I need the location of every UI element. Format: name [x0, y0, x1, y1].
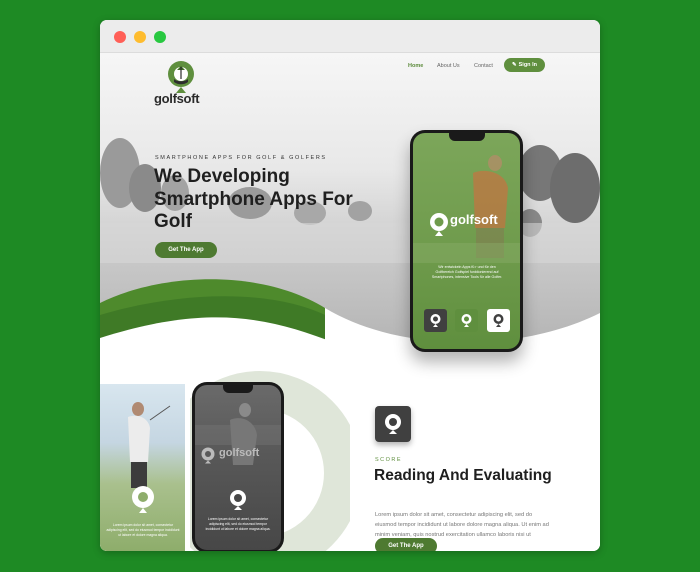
golfer-photo-panel: Lorem ipsum dolor sit amet, consectetur …: [100, 384, 185, 551]
brand-name: golfsoft: [154, 91, 200, 106]
app-tile-white[interactable]: [487, 309, 510, 332]
browser-window: Home About Us Contact ✎ Sign In golfsoft…: [100, 20, 600, 551]
title-bar: [100, 20, 600, 53]
nav-contact-link[interactable]: Contact: [474, 63, 493, 69]
phone-notch: [223, 385, 253, 393]
app-pin-icon: [461, 314, 472, 327]
feature-title: Reading And Evaluating: [374, 467, 552, 484]
hero-phone-text: Wir entwickeln Apps fü r und für den Gol…: [431, 265, 503, 279]
hero-phone-mockup: golfsoft Wir entwickeln Apps fü r und fü…: [410, 130, 523, 352]
hero-get-app-button[interactable]: Get The App: [155, 242, 217, 258]
hero-headline: We Developing Smartphone Apps For Golf: [154, 166, 353, 232]
phone-brand-name: golfsoft: [450, 212, 498, 227]
sign-in-label: Sign In: [518, 62, 537, 68]
hero-eyebrow: SMARTPHONE APPS FOR GOLF & GOLFERS: [155, 155, 327, 161]
app-pin-icon: [430, 314, 441, 327]
app-pin-icon: [493, 314, 504, 327]
hero-phone-screen: golfsoft Wir entwickeln Apps fü r und fü…: [413, 133, 520, 349]
feature-phone-text: Lorem ipsum dolor sit amet, consectetur …: [205, 517, 271, 531]
app-pin-icon: [230, 490, 246, 510]
feature-get-app-label: Get The App: [388, 543, 424, 549]
photo-caption-text: Lorem ipsum dolor sit amet, consectetur …: [106, 523, 180, 537]
sign-in-button[interactable]: ✎ Sign In: [504, 58, 545, 72]
hero-get-app-label: Get The App: [168, 247, 204, 253]
feature-label: SCORE: [375, 457, 403, 463]
score-feature-icon: [375, 406, 411, 442]
golf-pin-icon: [385, 414, 401, 434]
app-tile-green[interactable]: [455, 309, 478, 332]
close-window-button[interactable]: [114, 31, 126, 43]
feature-phone-screen: golfsoft Lorem ipsum dolor sit amet, con…: [195, 385, 281, 550]
minimize-window-button[interactable]: [134, 31, 146, 43]
phone-logo-icon: [201, 447, 215, 464]
feature-phone-brand: golfsoft: [219, 447, 260, 459]
pencil-icon: ✎: [512, 62, 517, 68]
zoom-window-button[interactable]: [154, 31, 166, 43]
app-tile-dark[interactable]: [424, 309, 447, 332]
nav-home-link[interactable]: Home: [408, 63, 423, 69]
nav-about-link[interactable]: About Us: [437, 63, 460, 69]
phone-logo-icon: [430, 213, 448, 236]
feature-get-app-button[interactable]: Get The App: [375, 538, 437, 551]
feature-phone-mockup: golfsoft Lorem ipsum dolor sit amet, con…: [192, 382, 284, 551]
phone-notch: [448, 133, 485, 141]
web-page: Home About Us Contact ✎ Sign In golfsoft…: [100, 53, 600, 551]
